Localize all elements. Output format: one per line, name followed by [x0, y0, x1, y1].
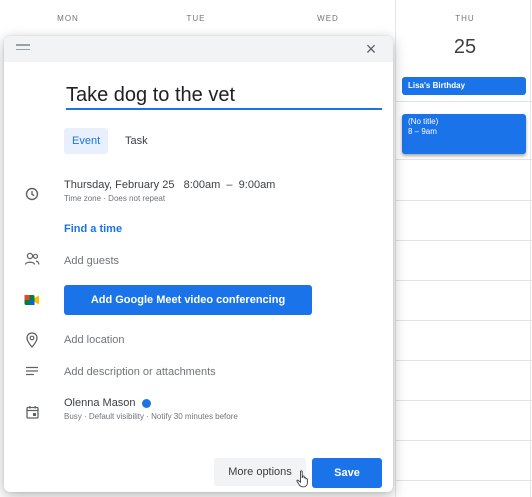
event-title-input[interactable]: [66, 84, 382, 110]
people-icon: [22, 249, 42, 269]
save-button[interactable]: Save: [312, 458, 382, 488]
event-title: (No title): [408, 117, 439, 126]
hour-line: [395, 480, 532, 481]
day-header-tue: TUE: [186, 14, 206, 23]
event-dialog: × Event Task Thursday, February 25 8:00a…: [4, 36, 393, 492]
google-meet-icon: [22, 290, 42, 310]
hour-line: [395, 240, 532, 241]
event-chip-birthday[interactable]: Lisa's Birthday: [402, 77, 526, 95]
location-pin-icon: [22, 330, 42, 350]
more-options-button[interactable]: More options: [214, 458, 306, 486]
hour-line: [395, 400, 532, 401]
drag-handle-icon[interactable]: [16, 44, 30, 54]
day-number-thu[interactable]: 25: [440, 36, 490, 59]
find-time-link[interactable]: Find a time: [64, 223, 122, 235]
owner-row[interactable]: Olenna Mason Busy · Default visibility ·…: [64, 397, 238, 421]
datetime-text[interactable]: Thursday, February 25 8:00am – 9:00am: [64, 179, 275, 191]
hour-line: [395, 159, 532, 160]
owner-settings-text[interactable]: Busy · Default visibility · Notify 30 mi…: [64, 412, 238, 421]
hour-line: [395, 200, 532, 201]
add-guests-field[interactable]: Add guests: [64, 255, 119, 267]
clock-icon: [22, 184, 42, 204]
hour-line: [395, 440, 532, 441]
calendar-icon: [22, 402, 42, 422]
hour-line: [395, 280, 532, 281]
day-header-thu: THU: [455, 14, 475, 23]
timezone-text[interactable]: Time zone · Does not repeat: [64, 194, 275, 203]
hour-line: [395, 320, 532, 321]
column-divider: [530, 0, 531, 497]
owner-name: Olenna Mason: [64, 397, 136, 409]
datetime-row[interactable]: Thursday, February 25 8:00am – 9:00am Ti…: [64, 179, 275, 203]
dialog-header-bar[interactable]: ×: [4, 36, 393, 62]
day-header-mon: MON: [57, 14, 79, 23]
calendar-color-dot[interactable]: [141, 398, 151, 408]
tab-task[interactable]: Task: [117, 128, 156, 154]
column-divider: [395, 0, 396, 497]
event-title: Lisa's Birthday: [408, 81, 466, 90]
day-header-wed: WED: [317, 14, 339, 23]
hour-line: [395, 360, 532, 361]
add-description-field[interactable]: Add description or attachments: [64, 366, 216, 378]
add-location-field[interactable]: Add location: [64, 334, 125, 346]
event-chip-no-title[interactable]: (No title) 8 – 9am: [402, 114, 526, 154]
tab-event[interactable]: Event: [64, 128, 109, 154]
event-time: 8 – 9am: [408, 127, 437, 136]
description-lines-icon: [22, 361, 42, 381]
hand-cursor-icon: [296, 470, 308, 488]
hour-line: [395, 101, 532, 102]
close-icon[interactable]: ×: [361, 39, 381, 59]
add-meet-button[interactable]: Add Google Meet video conferencing: [64, 285, 312, 315]
